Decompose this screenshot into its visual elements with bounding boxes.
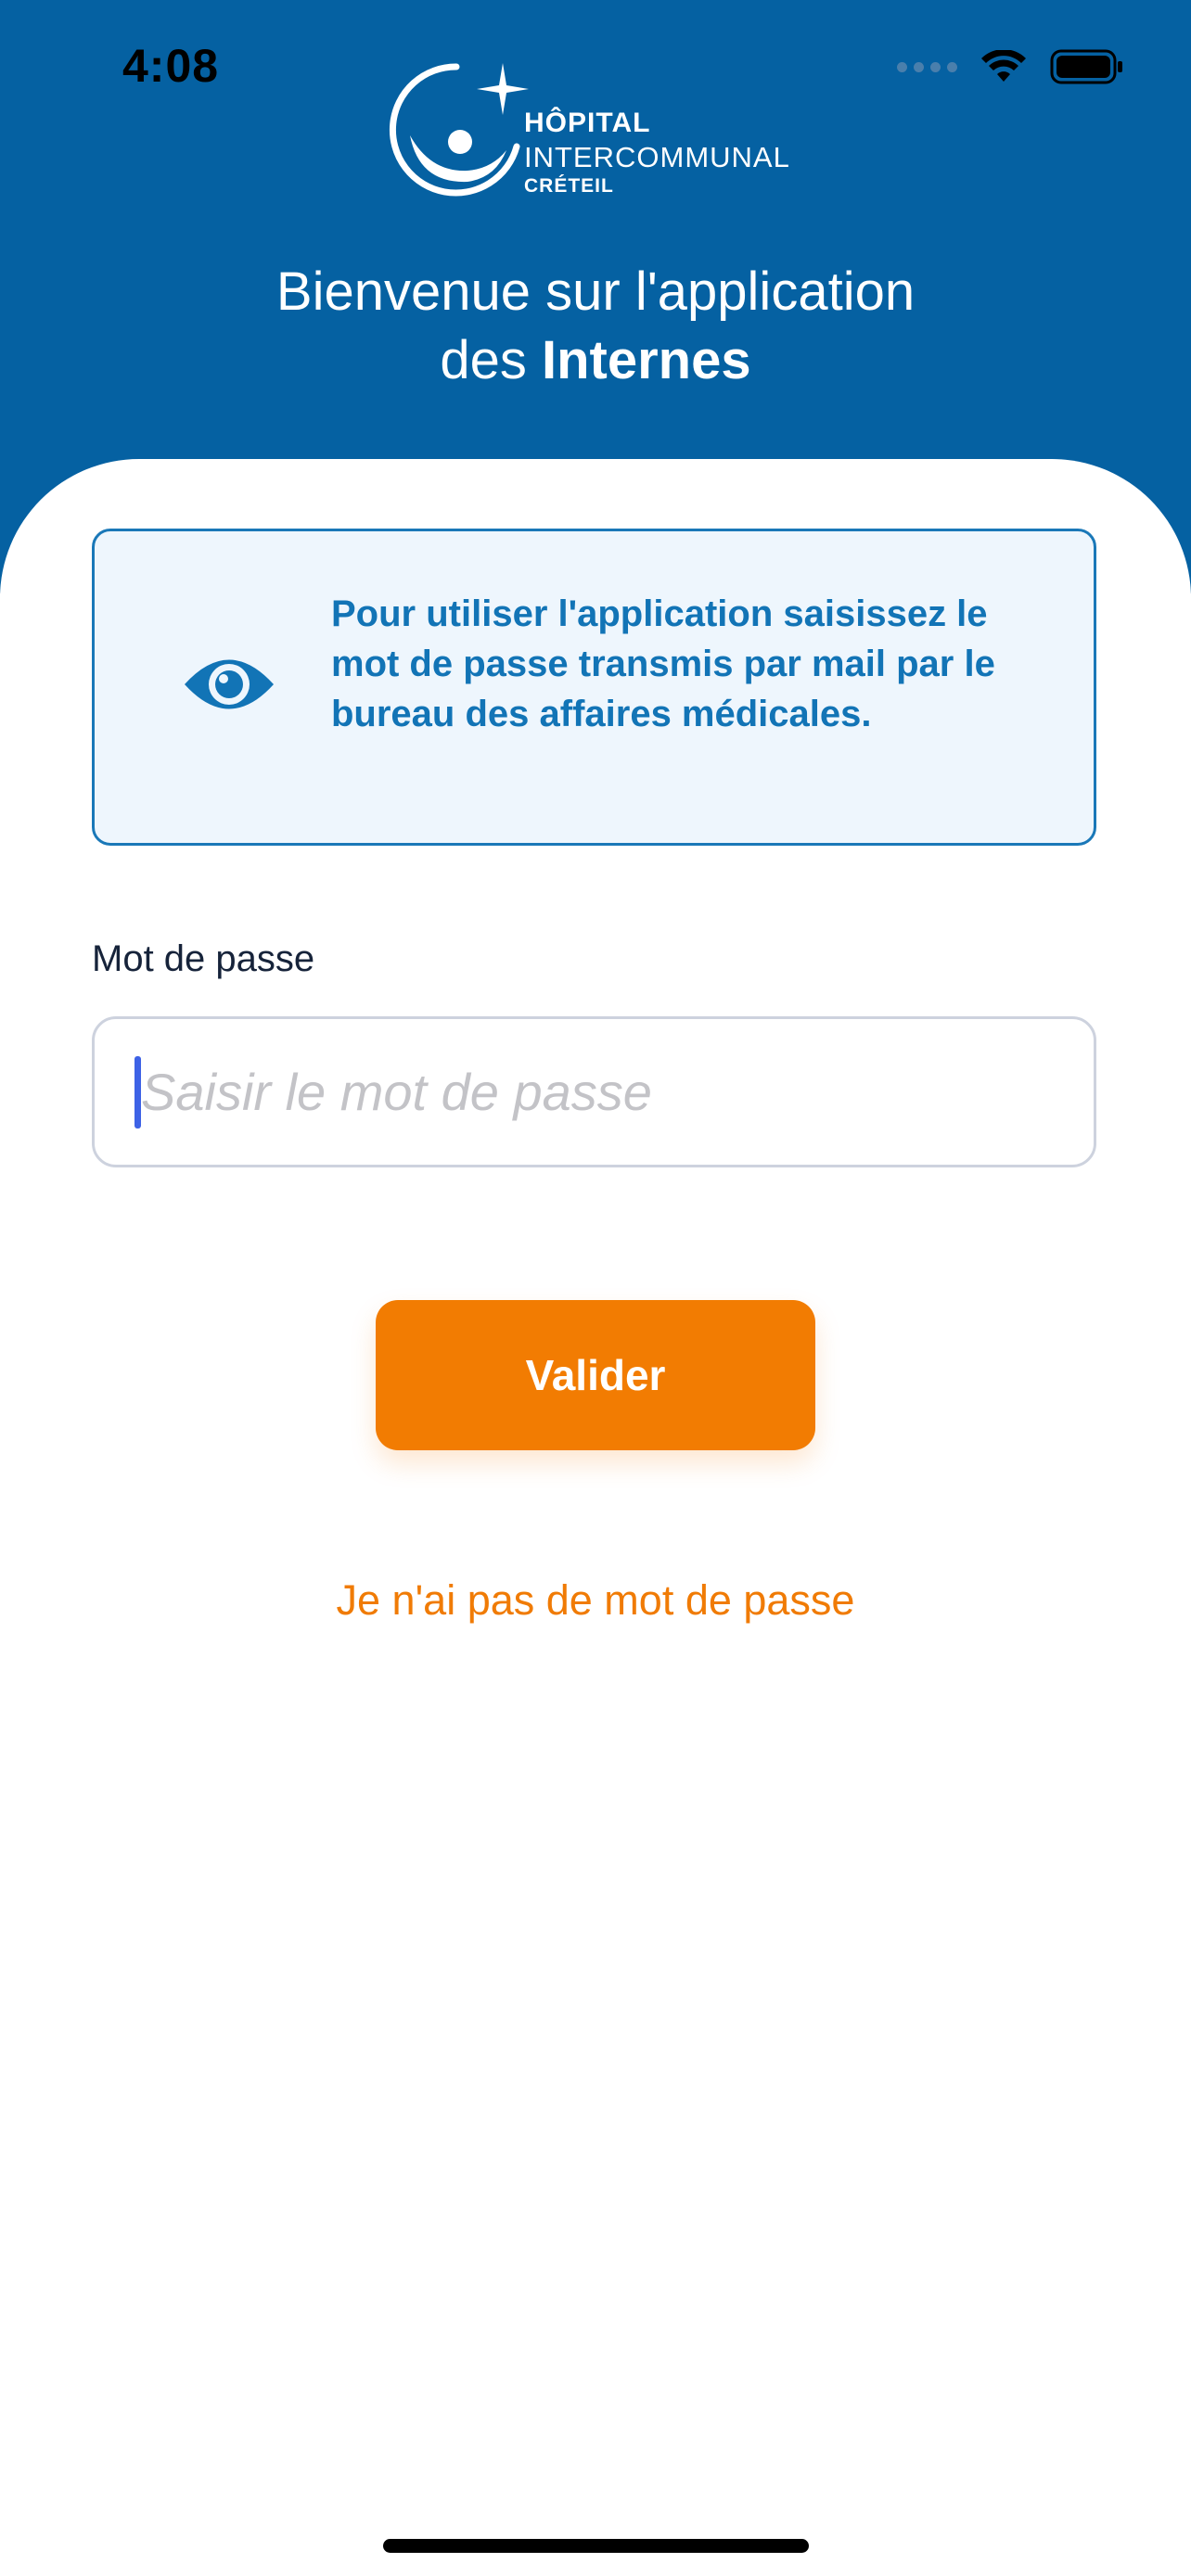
hospital-logo-text: HÔPITAL INTERCOMMUNAL CRÉTEIL bbox=[524, 108, 790, 197]
hospital-logo-mark-icon bbox=[389, 63, 529, 197]
status-time: 4:08 bbox=[122, 40, 220, 92]
no-password-link[interactable]: Je n'ai pas de mot de passe bbox=[0, 1576, 1191, 1625]
welcome-line-2-bold: Internes bbox=[542, 330, 751, 390]
password-label: Mot de passe bbox=[92, 938, 315, 979]
logo-line-hopital: HÔPITAL bbox=[524, 108, 651, 138]
hospital-logo: HÔPITAL INTERCOMMUNAL CRÉTEIL bbox=[382, 61, 818, 210]
welcome-line-2: des Internes bbox=[0, 326, 1191, 395]
info-box: Pour utiliser l'application saisissez le… bbox=[92, 529, 1096, 846]
welcome-line-2-prefix: des bbox=[440, 330, 527, 390]
password-input[interactable] bbox=[141, 1019, 1069, 1165]
password-field[interactable] bbox=[92, 1016, 1096, 1167]
info-text: Pour utiliser l'application saisissez le… bbox=[331, 593, 995, 734]
validate-button[interactable]: Valider bbox=[376, 1300, 815, 1450]
text-caret bbox=[134, 1056, 141, 1129]
welcome-title: Bienvenue sur l'application des Internes bbox=[0, 258, 1191, 395]
welcome-line-1: Bienvenue sur l'application bbox=[275, 261, 916, 322]
eye-icon bbox=[185, 659, 274, 709]
signal-dots-icon bbox=[897, 61, 957, 72]
home-indicator[interactable] bbox=[383, 2539, 809, 2553]
wifi-icon bbox=[981, 50, 1026, 82]
logo-line-intercommunal: INTERCOMMUNAL bbox=[524, 141, 790, 173]
battery-icon bbox=[1050, 49, 1122, 84]
status-icons bbox=[897, 45, 1124, 89]
logo-line-creteil: CRÉTEIL bbox=[524, 175, 614, 197]
